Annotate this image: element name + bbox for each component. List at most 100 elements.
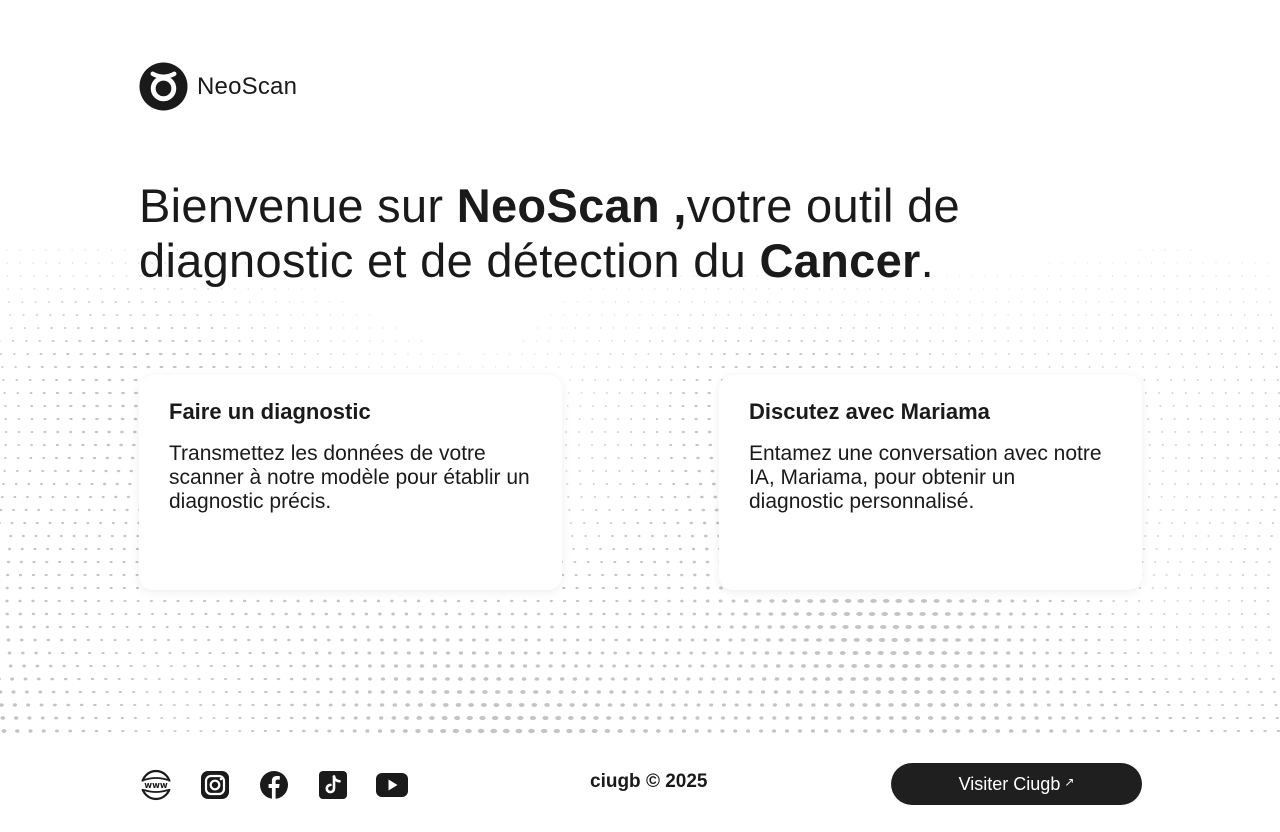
background-dot <box>1144 535 1147 537</box>
background-dot <box>793 612 800 616</box>
background-dot <box>699 340 702 342</box>
background-dot <box>1187 444 1190 446</box>
background-dot <box>906 612 914 616</box>
background-dot <box>1144 392 1147 394</box>
background-dot <box>274 288 276 290</box>
background-dot <box>0 340 1 342</box>
background-dot <box>1163 301 1166 303</box>
background-dot <box>251 366 255 368</box>
background-dot <box>603 431 607 433</box>
background-dot <box>562 599 567 603</box>
background-dot <box>648 677 653 681</box>
background-dot <box>667 573 671 577</box>
background-dot <box>277 690 281 694</box>
background-dot <box>679 612 684 616</box>
background-dot <box>1238 392 1241 394</box>
background-dot <box>58 625 63 629</box>
background-dot <box>565 444 567 446</box>
background-dot <box>33 638 37 642</box>
background-dot <box>418 625 423 629</box>
background-dot <box>443 599 447 603</box>
background-dot <box>1241 275 1243 277</box>
background-dot <box>727 314 730 316</box>
background-dot <box>46 288 49 290</box>
youtube-icon[interactable] <box>375 768 409 802</box>
background-dot <box>1177 314 1180 316</box>
background-dot <box>677 534 681 538</box>
background-dot <box>1145 522 1148 524</box>
background-dot <box>6 275 9 277</box>
background-dot <box>857 599 865 603</box>
background-dot <box>26 703 31 707</box>
background-dot <box>302 716 307 720</box>
background-dot <box>812 353 816 355</box>
diagnostic-card[interactable]: Faire un diagnostic Transmettez les donn… <box>139 375 562 590</box>
background-dot <box>690 534 695 538</box>
background-dot <box>69 417 73 421</box>
facebook-icon[interactable] <box>257 768 291 802</box>
background-dot <box>632 483 635 485</box>
background-dot <box>1099 262 1101 264</box>
external-link-icon: ↗ <box>1064 775 1075 789</box>
background-dot <box>929 638 936 642</box>
background-dot <box>238 353 242 355</box>
background-dot <box>1085 612 1089 616</box>
background-dot <box>797 716 803 720</box>
background-dot <box>0 690 3 694</box>
background-dot <box>1151 587 1155 589</box>
background-dot <box>60 288 63 290</box>
background-dot <box>618 392 621 394</box>
chat-mariama-card[interactable]: Discutez avec Mariama Entamez une conver… <box>719 375 1142 590</box>
background-dot <box>180 639 184 641</box>
background-dot <box>45 560 49 564</box>
background-dot <box>1236 496 1240 498</box>
background-dot <box>560 340 563 342</box>
background-dot <box>343 340 345 342</box>
instagram-icon[interactable] <box>198 768 232 802</box>
background-dot <box>607 703 613 707</box>
background-dot <box>1186 418 1189 420</box>
background-dot <box>1059 690 1064 694</box>
background-dot <box>831 612 838 616</box>
background-dot <box>40 716 45 720</box>
background-dot <box>688 664 692 668</box>
background-dot <box>325 625 330 629</box>
background-dot <box>172 365 177 369</box>
background-dot <box>441 715 448 721</box>
background-dot <box>1228 262 1230 264</box>
background-dot <box>902 729 908 733</box>
background-dot <box>263 729 268 733</box>
tiktok-icon[interactable] <box>316 768 350 802</box>
background-dot <box>404 716 410 720</box>
background-dot <box>762 677 767 681</box>
background-dot <box>249 314 252 316</box>
background-dot <box>338 612 342 616</box>
background-dot <box>1204 327 1207 329</box>
background-dot <box>711 482 716 486</box>
background-dot <box>836 716 842 720</box>
background-dot <box>701 508 706 512</box>
background-dot <box>542 715 549 721</box>
background-dot <box>302 301 304 303</box>
background-dot <box>646 366 649 368</box>
background-dot <box>67 456 71 460</box>
visit-ciugb-button[interactable]: Visiter Ciugb ↗ <box>891 763 1142 805</box>
background-dot <box>55 443 59 447</box>
background-dot <box>672 690 677 694</box>
background-dot <box>545 366 547 368</box>
background-dot <box>367 664 372 668</box>
background-dot <box>110 547 113 551</box>
background-dot <box>511 638 515 642</box>
background-dot <box>695 379 699 381</box>
background-dot <box>1200 418 1203 420</box>
background-dot <box>1137 301 1139 303</box>
background-dot <box>863 365 867 369</box>
background-dot <box>902 664 909 668</box>
background-dot <box>569 703 575 707</box>
background-dot <box>1058 651 1062 655</box>
background-dot <box>927 703 933 707</box>
www-icon[interactable]: www <box>139 768 173 802</box>
background-dot <box>1265 418 1268 420</box>
background-dot <box>1005 677 1011 681</box>
neoscan-logo-icon[interactable] <box>139 62 188 111</box>
